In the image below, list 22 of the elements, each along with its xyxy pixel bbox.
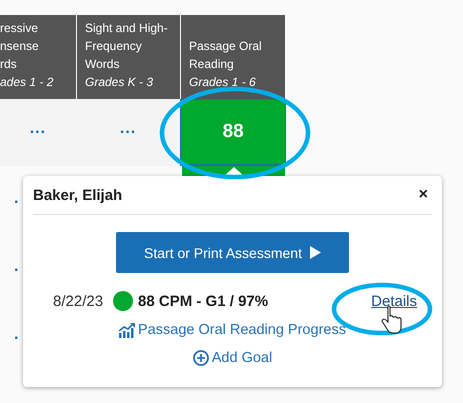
hand-cursor-icon (382, 306, 402, 334)
more-button[interactable]: . (14, 258, 18, 276)
score-cell[interactable]: 88 (180, 99, 286, 166)
chart-icon (119, 322, 136, 338)
more-button[interactable]: ... (76, 99, 180, 166)
play-icon (310, 246, 321, 259)
student-name: Baker, Elijah (33, 186, 122, 204)
start-assessment-button[interactable]: Start or Print Assessment (116, 232, 349, 273)
add-goal-link[interactable]: Add Goal (33, 350, 432, 366)
progress-link[interactable]: Passage Oral Reading Progress (33, 322, 432, 338)
close-button[interactable]: × (414, 186, 432, 204)
column-header: Passage Oral Reading Grades 1 - 6 (181, 15, 285, 99)
column-header: ressive nsense rds ades 1 - 2 (0, 15, 76, 99)
popover-arrow (224, 167, 244, 176)
result-score: 88 CPM - G1 / 97% (138, 292, 268, 310)
more-button[interactable]: ... (0, 99, 76, 166)
more-button[interactable]: . (14, 326, 18, 344)
column-header: Sight and High- Frequency Words Grades K - 3 (77, 15, 180, 99)
details-link[interactable]: Details (371, 292, 417, 310)
result-date: 8/22/23 (53, 292, 104, 310)
plus-circle-icon (192, 350, 209, 366)
more-button[interactable]: . (14, 190, 18, 208)
